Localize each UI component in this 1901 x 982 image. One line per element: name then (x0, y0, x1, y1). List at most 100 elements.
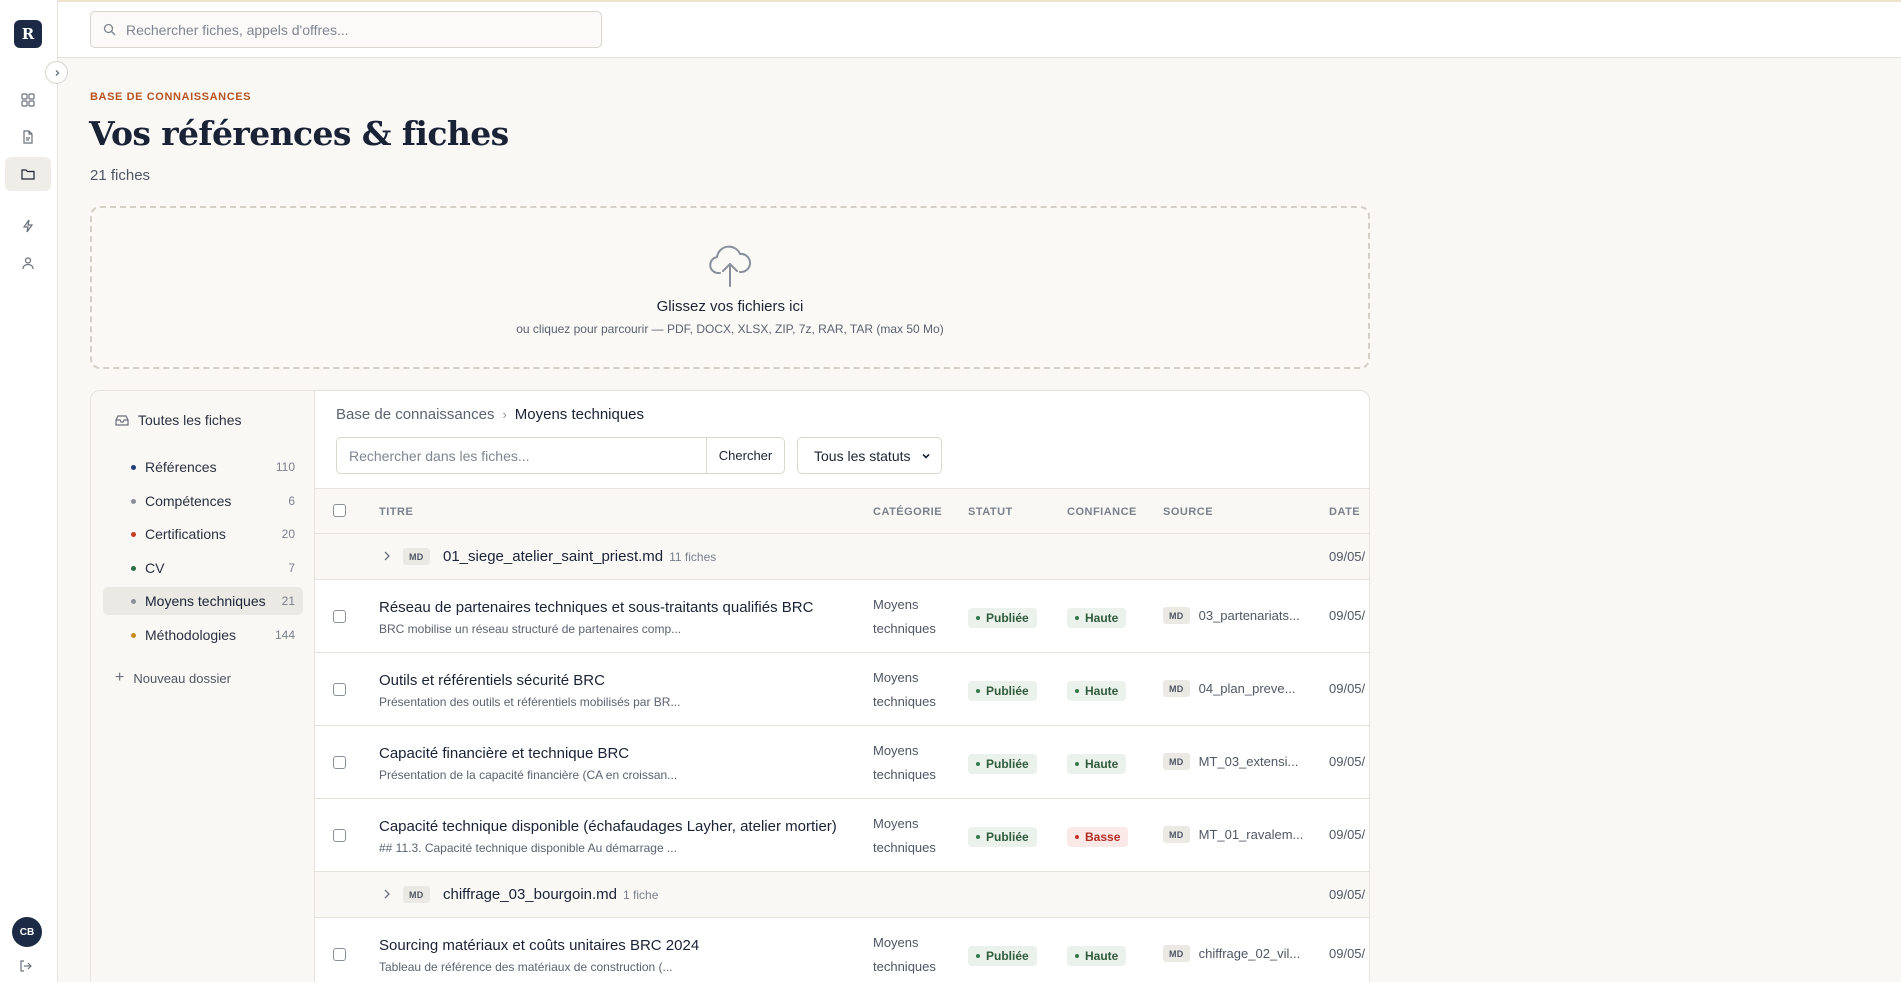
table-row[interactable]: Outils et référentiels sécurité BRC Prés… (315, 653, 1369, 726)
page-eyebrow: BASE DE CONNAISSANCES (90, 91, 252, 103)
folder-label: Compétences (145, 493, 232, 509)
logout-icon[interactable] (19, 959, 35, 975)
nav-bolt-icon[interactable] (5, 209, 51, 243)
row-source[interactable]: MD chiffrage_02_vil... (1163, 945, 1300, 962)
file-dropzone[interactable]: Glissez vos fichiers ici ou cliquez pour… (90, 206, 1370, 369)
folder-item-moyens-techniques[interactable]: Moyens techniques 21 (103, 587, 303, 615)
row-subtitle: Présentation de la capacité financière (… (379, 768, 678, 782)
markdown-badge: MD (1163, 607, 1190, 624)
folder-label: Certifications (145, 526, 226, 542)
folder-item-certifications[interactable]: Certifications 20 (103, 520, 303, 548)
row-checkbox[interactable] (333, 610, 346, 623)
row-title[interactable]: Sourcing matériaux et coûts unitaires BR… (379, 937, 699, 954)
new-folder-button[interactable]: + Nouveau dossier (115, 669, 231, 687)
fiche-count: 21 fiches (90, 167, 151, 184)
folder-count: 144 (274, 628, 295, 642)
group-date: 09/05/ (1329, 549, 1366, 564)
row-source[interactable]: MD 04_plan_preve... (1163, 680, 1295, 697)
row-date: 09/05/ (1329, 754, 1366, 769)
select-all-checkbox[interactable] (333, 504, 346, 517)
expand-sidebar-button[interactable] (45, 61, 68, 84)
column-date[interactable]: DATE (1329, 506, 1360, 518)
chevron-right-icon[interactable] (382, 887, 392, 901)
search-icon (103, 23, 116, 36)
folder-item-competences[interactable]: Compétences 6 (103, 487, 303, 515)
table-row[interactable]: Sourcing matériaux et coûts unitaires BR… (315, 918, 1369, 982)
group-fiche-count: 1 fiche (623, 888, 659, 902)
table-row[interactable]: Capacité technique disponible (échafauda… (315, 799, 1369, 872)
chevron-down-icon (922, 453, 930, 459)
folder-count: 6 (288, 494, 295, 508)
row-category: Moyens techniques (873, 816, 936, 855)
group-file-name: 01_siege_atelier_saint_priest.md 11 fiche… (443, 548, 717, 565)
search-button[interactable]: Chercher (707, 437, 785, 474)
markdown-badge: MD (1163, 753, 1190, 770)
all-fiches-label: Toutes les fiches (138, 412, 242, 428)
confidence-badge: Haute (1067, 946, 1127, 966)
filter-bar: Chercher Tous les statuts (336, 437, 942, 474)
nav-document-icon[interactable] (5, 120, 51, 154)
row-source[interactable]: MD 03_partenariats... (1163, 607, 1300, 624)
folder-count: 20 (281, 527, 295, 541)
row-source[interactable]: MD MT_01_ravalem... (1163, 826, 1303, 843)
status-filter-select[interactable]: Tous les statuts (797, 437, 942, 474)
column-category[interactable]: CATÉGORIE (873, 506, 942, 518)
fiches-search-input[interactable] (336, 437, 707, 474)
nav-dashboard-icon[interactable] (5, 83, 51, 117)
row-category: Moyens techniques (873, 597, 936, 636)
folder-sidebar: Toutes les fiches Références 110 Compéte… (91, 391, 315, 982)
file-group-row[interactable]: MD 01_siege_atelier_saint_priest.md 11 fi… (315, 534, 1369, 580)
folder-dot (131, 565, 136, 571)
cloud-upload-icon (709, 245, 751, 287)
status-badge: Publiée (968, 681, 1037, 701)
breadcrumb-current: Moyens techniques (514, 406, 645, 423)
table-row[interactable]: Capacité financière et technique BRC Pré… (315, 726, 1369, 799)
folder-dot (131, 531, 136, 537)
column-title[interactable]: TITRE (379, 506, 413, 518)
row-subtitle: Tableau de référence des matériaux de co… (379, 960, 673, 974)
all-fiches-link[interactable]: Toutes les fiches (115, 412, 242, 428)
row-title[interactable]: Capacité financière et technique BRC (379, 745, 629, 762)
nav-user-icon[interactable] (5, 246, 51, 280)
chevron-right-icon[interactable] (382, 549, 392, 563)
row-checkbox[interactable] (333, 829, 346, 842)
folder-label: Méthodologies (145, 627, 237, 643)
column-source[interactable]: SOURCE (1163, 506, 1213, 518)
row-date: 09/05/ (1329, 681, 1366, 696)
user-avatar[interactable]: CB (12, 917, 42, 947)
app-logo[interactable]: R (14, 20, 42, 48)
breadcrumb: Base de connaissances › Moyens technique… (336, 406, 644, 423)
row-checkbox[interactable] (333, 683, 346, 696)
breadcrumb-root[interactable]: Base de connaissances (336, 406, 494, 423)
fiches-content: Base de connaissances › Moyens technique… (315, 391, 1369, 982)
row-title[interactable]: Capacité technique disponible (échafauda… (379, 818, 837, 835)
confidence-badge: Haute (1067, 754, 1127, 774)
row-category: Moyens techniques (873, 670, 936, 709)
dropzone-subtitle: ou cliquez pour parcourir — PDF, DOCX, X… (516, 322, 944, 336)
group-file-name: chiffrage_03_bourgoin.md 1 fiche (443, 886, 659, 903)
markdown-badge: MD (1163, 826, 1190, 843)
row-checkbox[interactable] (333, 756, 346, 769)
group-date: 09/05/ (1329, 887, 1366, 902)
row-source[interactable]: MD MT_03_extensi... (1163, 753, 1298, 770)
global-search-input[interactable] (126, 21, 586, 38)
chevron-right-icon: › (502, 407, 507, 422)
table-row[interactable]: Réseau de partenaires techniques et sous… (315, 580, 1369, 653)
row-title[interactable]: Outils et référentiels sécurité BRC (379, 672, 605, 689)
dropzone-title: Glissez vos fichiers ici (656, 298, 804, 315)
column-confidence[interactable]: CONFIANCE (1067, 506, 1137, 518)
folder-item-references[interactable]: Références 110 (103, 453, 303, 481)
column-status[interactable]: STATUT (968, 506, 1013, 518)
row-date: 09/05/ (1329, 946, 1366, 961)
row-checkbox[interactable] (333, 948, 346, 961)
folder-item-cv[interactable]: CV 7 (103, 554, 303, 582)
page-title: Vos références & fiches (89, 114, 509, 153)
plus-icon: + (115, 669, 125, 686)
confidence-badge: Basse (1067, 827, 1129, 847)
status-badge: Publiée (968, 608, 1037, 628)
file-group-row[interactable]: MD chiffrage_03_bourgoin.md 1 fiche 09/05… (315, 872, 1369, 918)
nav-folder-icon[interactable] (5, 157, 51, 191)
folder-item-methodologies[interactable]: Méthodologies 144 (103, 621, 303, 649)
row-title[interactable]: Réseau de partenaires techniques et sous… (379, 599, 813, 616)
global-search[interactable] (90, 11, 602, 48)
